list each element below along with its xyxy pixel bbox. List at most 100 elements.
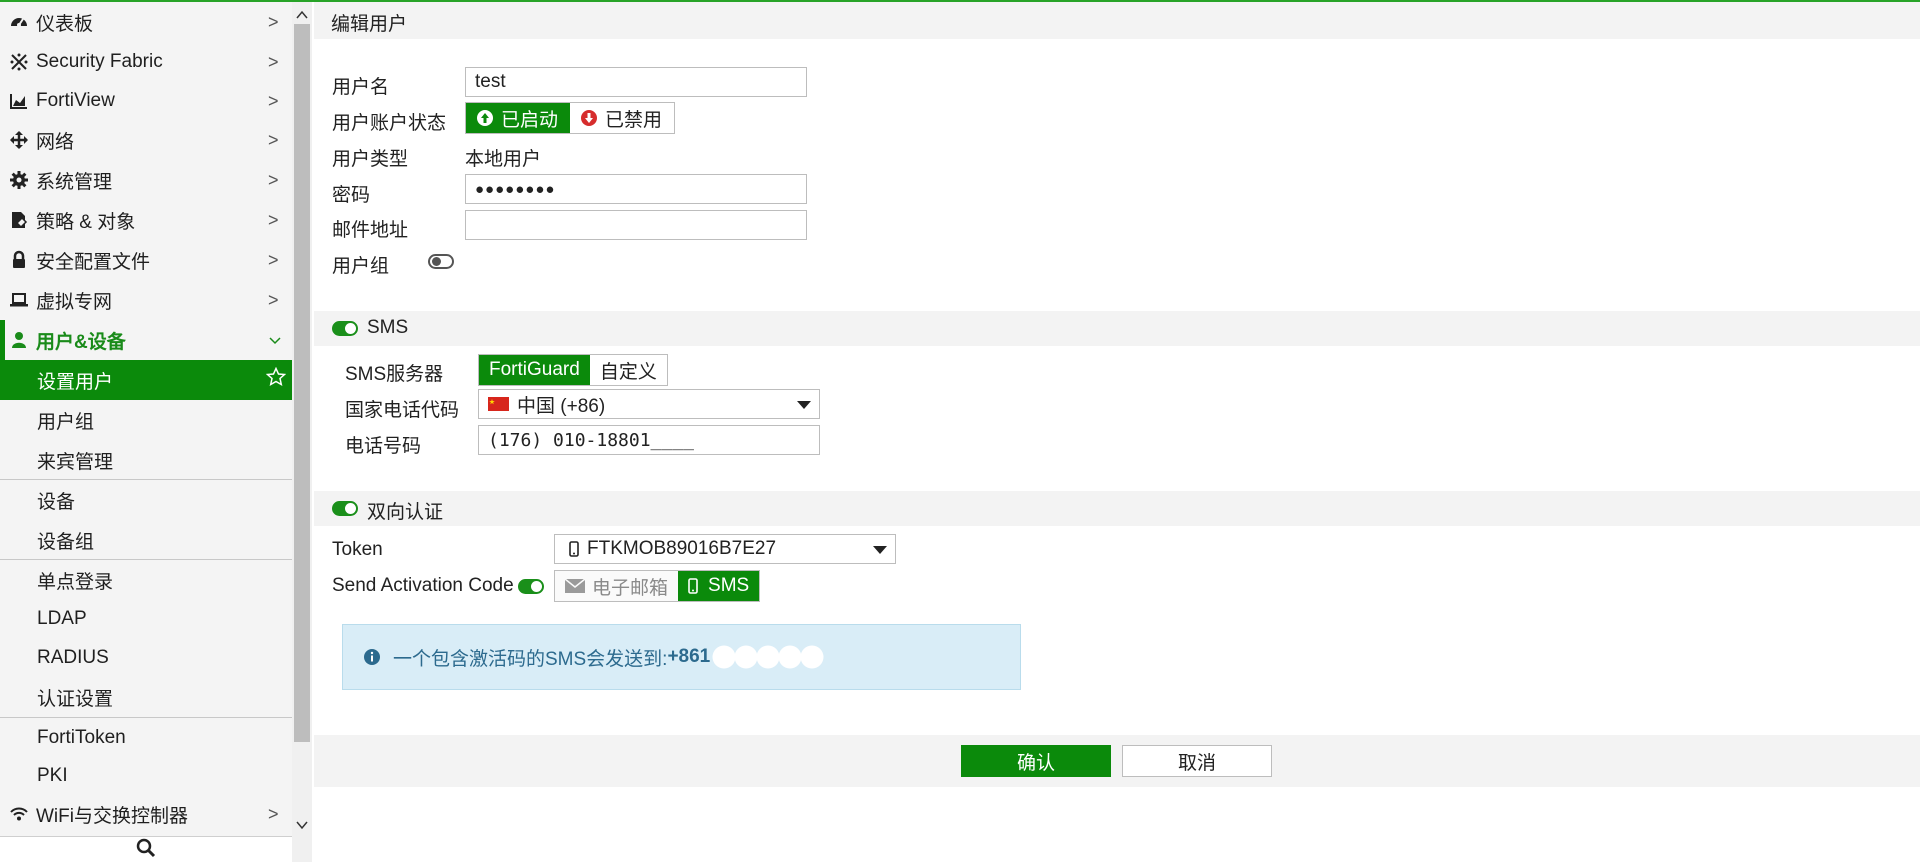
two-factor-toggle[interactable] [332, 501, 358, 516]
account-status-label: 用户账户状态 [332, 113, 447, 134]
chevron-right-icon: > [268, 11, 279, 32]
sidebar-item-label: 用户&设备 [36, 331, 126, 353]
lock-icon [8, 249, 30, 271]
two-factor-title: 双向认证 [367, 502, 444, 523]
network-arrows-icon [8, 129, 30, 151]
activation-method-selector[interactable]: 电子邮箱 SMS [554, 570, 761, 602]
sms-server-selector[interactable]: FortiGuard 自定义 [478, 354, 668, 386]
sidebar-subitem-pki[interactable]: PKI [0, 756, 292, 796]
send-activation-toggle[interactable] [518, 579, 544, 594]
sidebar-subitem-auth-settings[interactable]: 认证设置 [0, 677, 292, 717]
sidebar-subitem-label: PKI [37, 765, 68, 786]
username-label: 用户名 [332, 77, 390, 98]
activation-info-box: 一个包含激活码的SMS会发送到: +861 [342, 624, 1021, 690]
sidebar-item-fortiview[interactable]: FortiView > [0, 81, 292, 121]
sidebar-item-security-profiles[interactable]: 安全配置文件 > [0, 240, 292, 280]
edit-user-panel: 编辑用户 用户名 test 用户账户状态 已启动 已禁用 用户类型 本地用户 密… [314, 2, 1920, 862]
sidebar-subitem-devices[interactable]: 设备 [0, 480, 292, 520]
phone-number-label: 电话号码 [345, 436, 422, 457]
sidebar-item-network[interactable]: 网络 > [0, 120, 292, 160]
phone-number-input[interactable]: (176) 010-18801____ [478, 425, 820, 455]
sidebar-item-label: Security Fabric [36, 51, 163, 72]
sidebar-subitem-label: RADIUS [37, 647, 109, 668]
email-label: 邮件地址 [332, 220, 409, 241]
sidebar-subitem-radius[interactable]: RADIUS [0, 638, 292, 678]
activation-sms-option[interactable]: SMS [678, 571, 760, 601]
status-disabled-button[interactable]: 已禁用 [570, 103, 674, 133]
dashboard-icon [8, 11, 30, 33]
sidebar-subitem-sso[interactable]: 单点登录 [0, 560, 292, 600]
sidebar-scrollbar[interactable] [292, 2, 312, 862]
sidebar-subitem-fortitoken[interactable]: FortiToken [0, 718, 292, 758]
search-icon[interactable] [136, 838, 156, 862]
dropdown-caret-icon [873, 546, 887, 554]
mobile-phone-icon [688, 578, 698, 594]
sidebar-item-security-fabric[interactable]: Security Fabric > [0, 42, 292, 82]
status-enabled-button[interactable]: 已启动 [466, 103, 570, 133]
arrow-up-circle-icon [476, 109, 494, 127]
sms-server-fortiguard[interactable]: FortiGuard [479, 355, 590, 385]
activation-email-label: 电子邮箱 [592, 577, 669, 599]
sidebar-item-label: 系统管理 [36, 171, 113, 193]
sms-server-label: SMS服务器 [345, 364, 444, 385]
sidebar-subitem-ldap[interactable]: LDAP [0, 599, 292, 639]
chevron-down-icon [268, 330, 282, 351]
sidebar-item-user-device[interactable]: 用户&设备 [0, 320, 292, 360]
wifi-icon [8, 803, 30, 825]
sms-toggle[interactable] [332, 321, 358, 336]
sidebar-item-dashboard[interactable]: 仪表板 > [0, 2, 292, 42]
chevron-right-icon: > [268, 90, 279, 111]
user-group-toggle[interactable] [428, 254, 454, 269]
star-icon[interactable] [265, 366, 287, 393]
china-flag-icon [488, 397, 509, 411]
country-code-label: 国家电话代码 [345, 400, 460, 421]
page-header: 编辑用户 [314, 2, 1920, 39]
sidebar-subitem-user-definition[interactable]: 设置用户 [0, 360, 292, 400]
sidebar-subitem-guest-management[interactable]: 来宾管理 [0, 440, 292, 480]
sidebar-item-label: 仪表板 [36, 13, 94, 35]
activation-sms-label: SMS [708, 575, 750, 596]
username-input[interactable]: test [465, 67, 807, 97]
user-icon [8, 329, 30, 351]
send-activation-label: Send Activation Code [332, 575, 514, 596]
sidebar-subitem-label: 设备 [37, 491, 76, 513]
token-select[interactable]: FTKMOB89016B7E27 [554, 534, 896, 564]
security-fabric-icon [8, 51, 30, 73]
sidebar-item-wifi-switch[interactable]: WiFi与交换控制器 > [0, 794, 292, 834]
scrollbar-thumb[interactable] [294, 24, 310, 742]
page-title: 编辑用户 [331, 14, 408, 35]
gear-icon [8, 169, 30, 191]
scroll-up-icon[interactable] [295, 6, 309, 20]
email-input[interactable] [465, 210, 807, 240]
password-input[interactable]: ●●●●●●●● [465, 174, 807, 204]
arrow-down-circle-icon [580, 109, 598, 127]
policy-icon [8, 209, 30, 231]
password-label: 密码 [332, 185, 371, 206]
user-group-label: 用户组 [332, 256, 390, 277]
sidebar-item-label: 策略 & 对象 [36, 211, 136, 233]
scroll-down-icon[interactable] [295, 816, 309, 830]
form-footer [314, 735, 1920, 787]
sms-server-custom[interactable]: 自定义 [589, 355, 667, 385]
activation-email-option[interactable]: 电子邮箱 [555, 571, 679, 601]
country-code-select[interactable]: 中国 (+86) [478, 389, 820, 419]
sidebar-subitem-label: LDAP [37, 608, 87, 629]
cancel-button[interactable]: 取消 [1122, 745, 1272, 777]
account-status-toggle[interactable]: 已启动 已禁用 [465, 102, 675, 134]
ok-button[interactable]: 确认 [961, 745, 1111, 777]
sidebar-subitem-user-groups[interactable]: 用户组 [0, 400, 292, 440]
sidebar-subitem-device-groups[interactable]: 设备组 [0, 520, 292, 560]
sidebar-item-policy[interactable]: 策略 & 对象 > [0, 200, 292, 240]
sidebar-subitem-label: 来宾管理 [37, 451, 114, 473]
redaction-mask [712, 645, 824, 669]
status-enabled-label: 已启动 [501, 109, 559, 131]
sidebar-item-vpn[interactable]: 虚拟专网 > [0, 280, 292, 320]
sidebar-item-system[interactable]: 系统管理 > [0, 160, 292, 200]
sidebar-item-label: 网络 [36, 131, 75, 153]
info-circle-icon [363, 648, 381, 666]
sidebar-subitem-label: 设置用户 [37, 371, 114, 393]
status-disabled-label: 已禁用 [605, 109, 663, 131]
sidebar-subitem-label: 设备组 [37, 531, 95, 553]
sidebar-search-bar[interactable] [0, 836, 292, 862]
chevron-right-icon: > [268, 249, 279, 270]
